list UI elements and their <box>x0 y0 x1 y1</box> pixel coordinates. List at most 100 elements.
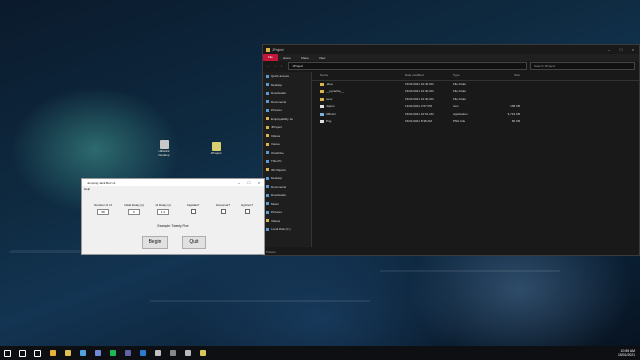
documents-icon <box>266 185 269 189</box>
documents-icon <box>266 100 269 104</box>
maximize-button[interactable]: □ <box>244 180 254 185</box>
nav-item[interactable]: Desktop <box>263 81 311 90</box>
tab-share[interactable]: Share <box>296 56 314 60</box>
field-2: JJ Delay (s) 1.4 <box>148 203 178 215</box>
file-explorer-window[interactable]: JProject – □ × File Home Share View ← → … <box>262 44 640 256</box>
nav-item[interactable]: Pictures <box>263 208 311 217</box>
minimize-button[interactable]: – <box>603 47 615 52</box>
folder-icon <box>266 134 269 138</box>
folder-icon <box>266 125 269 129</box>
checkbox[interactable] <box>190 209 196 214</box>
nav-item[interactable]: Local Disk (C:) <box>263 225 311 234</box>
file-row[interactable]: Jspico 14/01/2021 4:57 PM Icon 158 KB <box>312 103 639 111</box>
task-view-icon[interactable] <box>33 348 43 358</box>
number-input[interactable]: 58 <box>97 209 109 215</box>
discord-icon[interactable] <box>93 348 103 358</box>
jumping-jack-bot-window[interactable]: Jumping Jack Bot! v1 – □ × Help Number o… <box>81 178 265 255</box>
nav-item[interactable]: JProject <box>263 123 311 132</box>
file-row[interactable]: Png 15/01/2021 8:38 AM PNG File 82 KB <box>312 118 639 126</box>
quit-button[interactable]: Quit <box>182 236 206 249</box>
tab-home[interactable]: Home <box>278 56 296 60</box>
explorer-icon[interactable] <box>63 348 73 358</box>
back-arrow-icon[interactable]: ← <box>267 64 270 68</box>
nav-item[interactable]: Music <box>263 200 311 209</box>
dialog-title-bar[interactable]: Jumping Jack Bot! v1 – □ × <box>82 179 264 186</box>
star-icon <box>266 74 269 78</box>
desktop-icon-jproject[interactable]: JProject <box>206 142 226 156</box>
address-bar-row: ← → ↑ JProject Search JProject <box>263 61 639 71</box>
icon-file-icon <box>320 105 324 109</box>
folder-icon <box>320 90 324 94</box>
file-row[interactable]: .idea 15/01/2021 10:40 AM File folder <box>312 81 639 89</box>
music-icon <box>266 202 269 206</box>
field-1: Initial Delay (s) 5 <box>119 203 149 215</box>
address-path[interactable]: JProject <box>288 62 527 70</box>
begin-button[interactable]: Begin <box>142 236 168 249</box>
nav-item[interactable]: Pictures <box>263 106 311 115</box>
field-0: Number of JJ 58 <box>88 203 118 215</box>
column-date[interactable]: Date modified <box>405 72 453 80</box>
nav-item[interactable]: 3D Objects <box>263 166 311 175</box>
terminal-icon[interactable] <box>168 348 178 358</box>
up-arrow-icon[interactable]: ↑ <box>281 64 283 68</box>
system-clock[interactable]: 10:55 AM 15/01/2021 <box>618 349 635 357</box>
menu-help[interactable]: Help <box>82 186 264 193</box>
window-title: JProject <box>272 47 284 52</box>
nav-item[interactable]: Documents <box>263 98 311 107</box>
column-name[interactable]: Name <box>312 72 405 80</box>
file-row[interactable]: venv 15/01/2021 10:40 AM File folder <box>312 96 639 104</box>
number-input[interactable]: 5 <box>128 209 140 215</box>
mail-icon[interactable] <box>138 348 148 358</box>
image-file-icon <box>320 120 324 124</box>
python-icon[interactable] <box>198 348 208 358</box>
download-icon <box>266 91 269 95</box>
nav-item[interactable]: Employability Ja <box>263 115 311 124</box>
desktop-icon-ueistick[interactable]: UEIstick Desktop <box>154 140 174 157</box>
nav-item[interactable]: Videos <box>263 217 311 226</box>
start-icon[interactable] <box>3 348 13 358</box>
nav-item[interactable]: Videos <box>263 132 311 141</box>
checkbox[interactable] <box>244 209 250 214</box>
forward-arrow-icon[interactable]: → <box>274 64 277 68</box>
chrome-icon[interactable] <box>48 348 58 358</box>
settings-fields: Number of JJ 58 Initial Delay (s) 5 JJ Delay… <box>82 203 264 217</box>
tab-view[interactable]: View <box>314 56 330 60</box>
search-input[interactable]: Search JProject <box>530 62 635 70</box>
explorer-title-bar[interactable]: JProject – □ × <box>263 45 639 54</box>
ribbon-tabs: File Home Share View <box>263 54 639 61</box>
teams-icon[interactable] <box>123 348 133 358</box>
field-label: Capitals? <box>186 203 200 207</box>
number-input[interactable]: 1.4 <box>157 209 169 215</box>
close-button[interactable]: × <box>254 180 264 185</box>
field-label: JJ Delay (s) <box>155 203 171 207</box>
nav-item[interactable]: OneDrive <box>263 149 311 158</box>
nav-item[interactable]: Downloads <box>263 89 311 98</box>
spotify-icon[interactable] <box>108 348 118 358</box>
column-type[interactable]: Type <box>453 72 495 80</box>
maximize-button[interactable]: □ <box>615 47 627 52</box>
field-5: Hyphen? <box>232 203 262 214</box>
status-bar: 6 items <box>266 250 276 254</box>
folder-icon <box>320 82 324 86</box>
column-size[interactable]: Size <box>495 72 520 80</box>
nav-item[interactable]: Downloads <box>263 191 311 200</box>
file-row[interactable]: UBotv1 15/01/2021 10:51 AM Application 9,71… <box>312 111 639 119</box>
minimize-button[interactable]: – <box>234 180 244 185</box>
nav-item[interactable]: Documents <box>263 183 311 192</box>
nav-item[interactable]: Voices <box>263 140 311 149</box>
steam-icon[interactable] <box>153 348 163 358</box>
nav-item[interactable]: Desktop <box>263 174 311 183</box>
folder-icon <box>266 47 270 52</box>
cloud-icon <box>266 151 269 155</box>
nav-item[interactable]: Quick access <box>263 72 311 81</box>
field-label: Number of JJ <box>94 203 112 207</box>
search-icon[interactable] <box>18 348 28 358</box>
clock-app-icon[interactable] <box>183 348 193 358</box>
nav-item[interactable]: This PC <box>263 157 311 166</box>
tab-file[interactable]: File <box>263 54 278 61</box>
close-button[interactable]: × <box>627 47 639 52</box>
file-row[interactable]: __pycache__ 15/01/2021 10:40 AM File folde… <box>312 88 639 96</box>
store-icon[interactable] <box>78 348 88 358</box>
dialog-title: Jumping Jack Bot! v1 <box>87 180 116 185</box>
checkbox[interactable] <box>220 209 226 214</box>
